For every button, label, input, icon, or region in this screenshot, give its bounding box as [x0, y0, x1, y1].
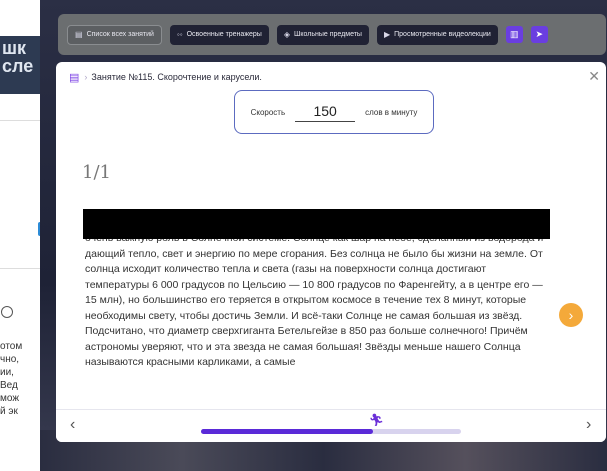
top-navigation: ▤ Список всех занятий ◦◦ Освоенные трена… [58, 14, 606, 55]
speed-input[interactable]: 150 [295, 103, 356, 122]
next-page-button[interactable]: › [559, 303, 583, 327]
clock-icon [1, 306, 13, 318]
lesson-modal: ▤ › Занятие №115. Скорочтение и карусели… [56, 62, 606, 442]
reading-area: очень важную роль в Солнечной системе. С… [83, 209, 550, 409]
page-counter: 1/1 [82, 162, 111, 183]
breadcrumb-separator: › [84, 72, 88, 82]
speed-unit: слов в минуту [365, 107, 418, 117]
runner-icon[interactable]: 🏃︎ [369, 413, 384, 427]
speed-label: Скорость [250, 107, 286, 117]
modal-header: ▤ › Занятие №115. Скорочтение и карусели… [56, 62, 606, 92]
banner-line-2: сле [2, 56, 34, 76]
glasses-icon: ◦◦ [176, 30, 183, 39]
progress-fill [201, 429, 373, 434]
telegram-button[interactable]: ➤ [530, 26, 548, 43]
watched-lectures-button[interactable]: ▶ Просмотренные видеолекции [376, 24, 498, 45]
school-subjects-label: Школьные предметы [293, 31, 362, 38]
chevron-left-icon[interactable]: ‹ [70, 416, 75, 434]
chart-icon: ▥ [510, 29, 519, 39]
mastered-trainers-button[interactable]: ◦◦ Освоенные тренажеры [169, 24, 269, 45]
lesson-title: Занятие №115. Скорочтение и карусели. [91, 72, 262, 82]
telegram-icon: ➤ [535, 29, 544, 39]
chevron-right-icon: › [568, 307, 574, 323]
speed-control: Скорость 150 слов в минуту [234, 90, 434, 134]
video-icon: ▶ [383, 30, 391, 39]
mastered-trainers-label: Освоенные тренажеры [186, 31, 262, 38]
carousel-controls: ‹ 🏃︎ › [56, 409, 606, 442]
progress-bar[interactable]: 🏃︎ [201, 413, 461, 434]
school-icon: ◈ [283, 30, 290, 39]
all-lessons-button[interactable]: ▤ Список всех занятий [67, 24, 162, 45]
school-subjects-button[interactable]: ◈ Школьные предметы [276, 24, 369, 45]
book-icon: ▤ [69, 71, 80, 84]
watched-lectures-label: Просмотренные видеолекции [394, 31, 491, 38]
chevron-right-icon[interactable]: › [586, 416, 591, 434]
reading-mask [83, 209, 550, 239]
all-lessons-label: Список всех занятий [86, 31, 154, 38]
close-icon[interactable]: ✕ [588, 68, 600, 85]
list-icon: ▤ [75, 30, 83, 39]
reading-fade [83, 395, 550, 409]
reading-text: очень важную роль в Солнечной системе. С… [85, 232, 543, 368]
statistics-button[interactable]: ▥ [505, 26, 523, 43]
